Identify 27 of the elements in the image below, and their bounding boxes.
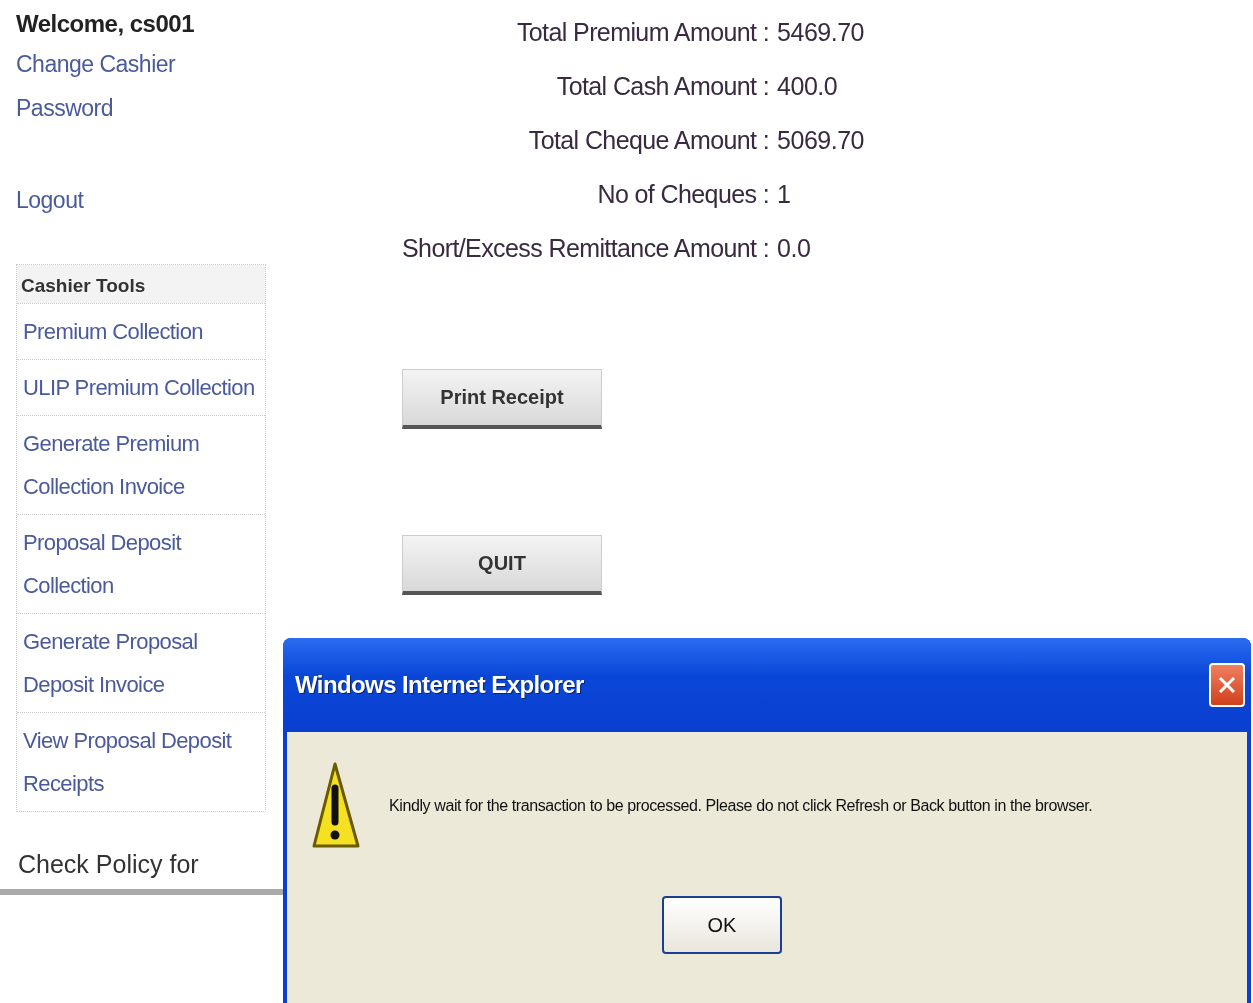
action-button[interactable]: Print Receipt	[402, 369, 602, 429]
summary-label: Short/Excess Remittance Amount :	[402, 234, 770, 263]
action-button[interactable]: QUIT	[402, 535, 602, 595]
summary-value: 0.0	[776, 234, 812, 263]
close-icon	[1217, 675, 1237, 695]
menu-item[interactable]: Proposal Deposit Collection	[17, 514, 265, 613]
summary-value: 1	[776, 180, 792, 209]
menu-item[interactable]: Generate Premium Collection Invoice	[17, 415, 265, 514]
welcome-text: Welcome, cs001	[16, 10, 195, 38]
summary-value: 5469.70	[776, 18, 865, 47]
panel-title: Cashier Tools	[17, 265, 265, 303]
summary-label: Total Cash Amount :	[556, 72, 770, 101]
dialog-title: Windows Internet Explorer	[295, 671, 584, 699]
summary-label: Total Premium Amount :	[516, 18, 770, 47]
ok-button[interactable]: OK	[662, 896, 782, 954]
dialog-message: Kindly wait for the transaction to be processed. Please do not click Refresh or Back button in the browser.	[389, 797, 1093, 815]
summary-value: 400.0	[776, 72, 839, 101]
menu-item[interactable]: View Proposal Deposit Receipts	[17, 712, 265, 811]
nav-link[interactable]: Logout	[16, 178, 186, 222]
close-button[interactable]	[1209, 663, 1245, 707]
menu-item[interactable]: Generate Proposal Deposit Invoice	[17, 613, 265, 712]
summary-label: Total Cheque Amount :	[528, 126, 770, 155]
nav-link[interactable]: Change Cashier Password	[16, 42, 186, 130]
menu-item[interactable]: ULIP Premium Collection	[17, 359, 265, 415]
menu-item[interactable]: Premium Collection	[17, 303, 265, 359]
summary-label: No of Cheques :	[597, 180, 770, 209]
summary-value: 5069.70	[776, 126, 865, 155]
